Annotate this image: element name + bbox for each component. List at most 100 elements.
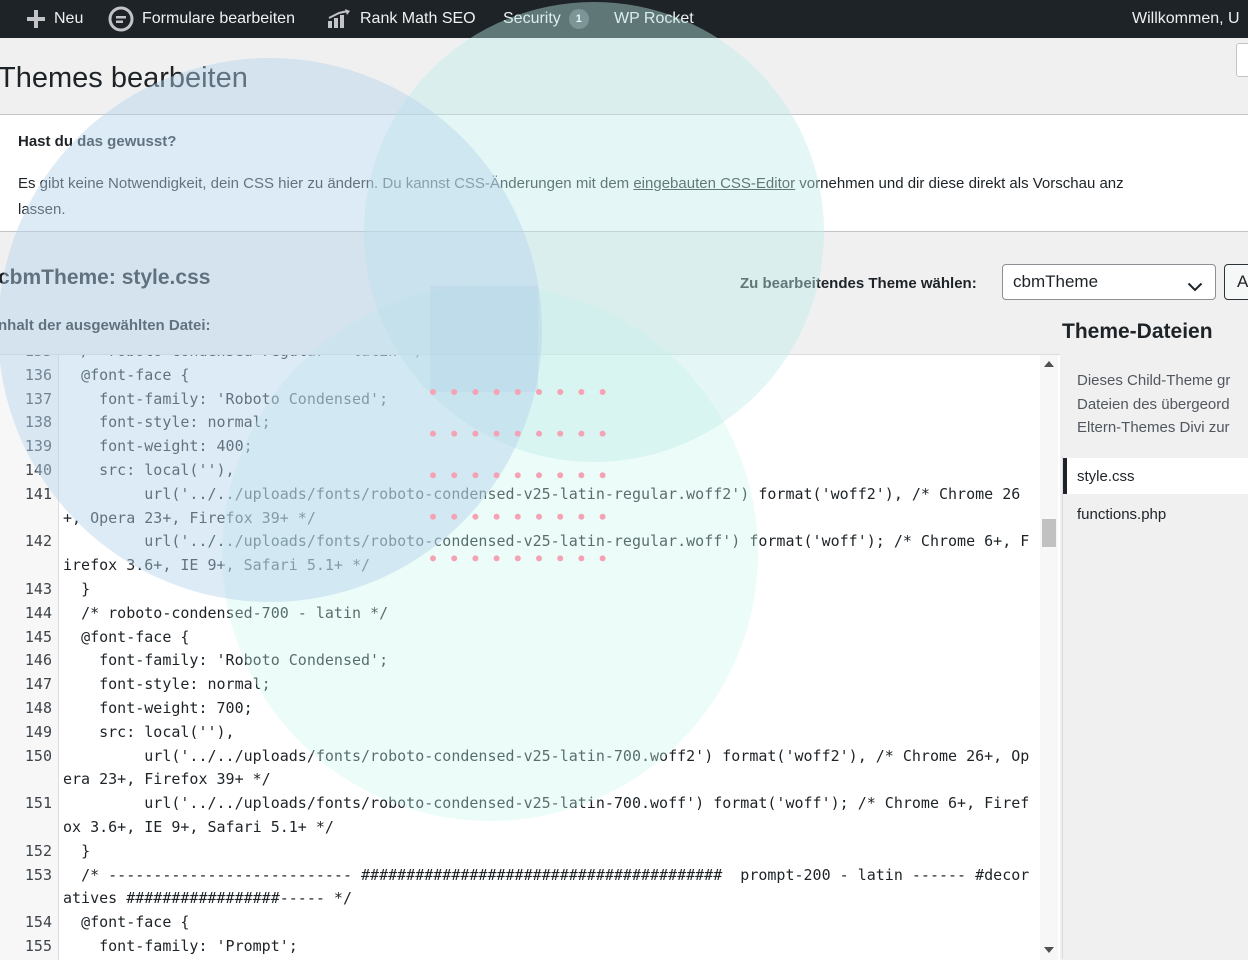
line-number: 153: [24, 865, 52, 884]
screen-options-button[interactable]: [1236, 43, 1248, 77]
line-number: 150: [24, 746, 52, 765]
security-label: Security: [503, 10, 561, 27]
theme-files-desc-line: Dateien des übergeord: [1077, 395, 1230, 413]
code-editor[interactable]: 135 /* roboto-condensed-regular - latin …: [0, 354, 1060, 960]
line-number: 141: [24, 484, 52, 503]
line-number: 140: [24, 460, 52, 479]
line-number: 142: [24, 532, 52, 551]
scrollbar-thumb[interactable]: [1042, 519, 1056, 547]
code-line: 136 @font-face {: [0, 364, 1040, 388]
forms-menu[interactable]: Formulare bearbeiten: [108, 0, 295, 38]
code-text: font-family: 'Roboto Condensed';: [63, 389, 389, 408]
theme-select-label: Zu bearbeitendes Theme wählen:: [740, 275, 977, 292]
file-title: cbmTheme: style.css: [0, 266, 211, 289]
line-number: 155: [24, 936, 52, 955]
line-number: 151: [24, 794, 52, 813]
line-number: 149: [24, 722, 52, 741]
code-text: /* --------------------------- #########…: [63, 865, 1030, 908]
code-line: 139 font-weight: 400;: [0, 435, 1040, 459]
notice-heading: Hast du das gewusst?: [18, 133, 177, 150]
code-line: 148 font-weight: 700;: [0, 697, 1040, 721]
theme-select[interactable]: cbmTheme: [1002, 264, 1216, 300]
code-text: src: local(''),: [63, 460, 235, 479]
code-line: 145 @font-face {: [0, 626, 1040, 650]
code-text: url('../../uploads/fonts/roboto-condense…: [63, 794, 1030, 836]
notice-body: Es gibt keine Notwendigkeit, dein CSS hi…: [18, 171, 1248, 223]
theme-files-description: Dieses Child-Theme gr Dateien des überge…: [1077, 369, 1248, 440]
code-text: @font-face {: [63, 913, 190, 932]
welcome-text: Willkommen, U: [1132, 10, 1240, 27]
line-number: 147: [24, 675, 52, 694]
notice-text-line2: lassen.: [18, 201, 66, 218]
page-title: Themes bearbeiten: [0, 62, 248, 94]
code-line: 135 /* roboto-condensed-regular - latin …: [0, 355, 1040, 364]
line-number: 136: [24, 365, 52, 384]
account-menu[interactable]: Willkommen, U: [1132, 0, 1240, 38]
new-label: Neu: [54, 10, 84, 27]
code-text: font-family: 'Prompt';: [63, 936, 298, 955]
security-menu[interactable]: Security 1: [503, 0, 589, 38]
wp-rocket-menu[interactable]: WP Rocket: [614, 0, 694, 38]
code-text: url('../../uploads/fonts/roboto-condense…: [63, 532, 1030, 575]
content-label: nhalt der ausgewählten Datei:: [0, 317, 211, 334]
line-number: 148: [24, 698, 52, 717]
theme-files-list: style.css functions.php: [1062, 456, 1248, 959]
code-line: 151 url('../../uploads/fonts/roboto-cond…: [0, 792, 1040, 840]
code-line: 143 }: [0, 578, 1040, 602]
theme-files-title: Theme-Dateien: [1062, 320, 1213, 343]
info-notice: Hast du das gewusst? Es gibt keine Notwe…: [0, 114, 1248, 232]
line-number: 143: [24, 579, 52, 598]
security-count-badge: 1: [568, 9, 589, 29]
code-line: 137 font-family: 'Roboto Condensed';: [0, 388, 1040, 412]
code-text: font-style: normal;: [63, 413, 271, 432]
select-theme-button[interactable]: A: [1224, 264, 1248, 300]
code-text: }: [63, 841, 91, 860]
code-text: font-weight: 700;: [63, 698, 253, 717]
forms-icon: [108, 6, 134, 32]
rank-math-label: Rank Math SEO: [360, 10, 476, 27]
code-line: 153 /* --------------------------- #####…: [0, 864, 1040, 912]
wp-rocket-label: WP Rocket: [614, 10, 694, 27]
code-line: 146 font-family: 'Roboto Condensed';: [0, 649, 1040, 673]
code-line: 155 font-family: 'Prompt';: [0, 935, 1040, 959]
code-text: font-weight: 400;: [63, 437, 253, 456]
editor-scrollbar[interactable]: [1040, 355, 1058, 960]
code-text: url('../../uploads/fonts/roboto-condense…: [63, 746, 1030, 789]
file-item-functions-php[interactable]: functions.php: [1063, 496, 1248, 532]
code-line: 152 }: [0, 840, 1040, 864]
file-item-style-css[interactable]: style.css: [1063, 458, 1248, 494]
css-editor-link[interactable]: eingebauten CSS-Editor: [633, 175, 795, 192]
line-number: 138: [24, 413, 52, 432]
theme-select-value: cbmTheme: [1013, 272, 1099, 291]
forms-label: Formulare bearbeiten: [142, 10, 295, 27]
notice-text-after: vornehmen und dir diese direkt als Vorsc…: [795, 175, 1124, 192]
new-menu[interactable]: Neu: [26, 0, 83, 38]
scroll-down-arrow-icon[interactable]: [1044, 947, 1054, 953]
code-text: @font-face {: [63, 627, 190, 646]
notice-text-before: Es gibt keine Notwendigkeit, dein CSS hi…: [18, 175, 634, 192]
line-number: 152: [24, 841, 52, 860]
code-line: 140 src: local(''),: [0, 459, 1040, 483]
scroll-up-arrow-icon[interactable]: [1044, 361, 1054, 367]
code-text: /* roboto-condensed-regular - latin */: [63, 355, 1038, 364]
code-text: font-style: normal;: [63, 675, 271, 694]
plus-icon: [26, 9, 46, 29]
code-text: font-family: 'Roboto Condensed';: [63, 651, 389, 670]
theme-files-desc-line: Dieses Child-Theme gr: [1077, 372, 1231, 389]
code-line: 150 url('../../uploads/fonts/roboto-cond…: [0, 745, 1040, 793]
code-lines: 135 /* roboto-condensed-regular - latin …: [0, 355, 1040, 959]
line-number: 139: [24, 437, 52, 456]
chevron-down-icon: [1187, 277, 1203, 297]
line-number: 146: [24, 651, 52, 670]
theme-files-desc-line: Eltern-Themes Divi zur: [1077, 419, 1230, 436]
line-number: 144: [24, 603, 52, 622]
code-line: 141 url('../../uploads/fonts/roboto-cond…: [0, 483, 1040, 531]
code-line: 154 @font-face {: [0, 911, 1040, 935]
code-line: 144 /* roboto-condensed-700 - latin */: [0, 602, 1040, 626]
rank-math-menu[interactable]: Rank Math SEO: [326, 0, 476, 38]
code-text: url('../../uploads/fonts/roboto-condense…: [63, 484, 1021, 527]
line-number: 137: [24, 389, 52, 408]
code-line: 147 font-style: normal;: [0, 673, 1040, 697]
code-text: /* roboto-condensed-700 - latin */: [63, 603, 389, 622]
line-number: 145: [24, 627, 52, 646]
